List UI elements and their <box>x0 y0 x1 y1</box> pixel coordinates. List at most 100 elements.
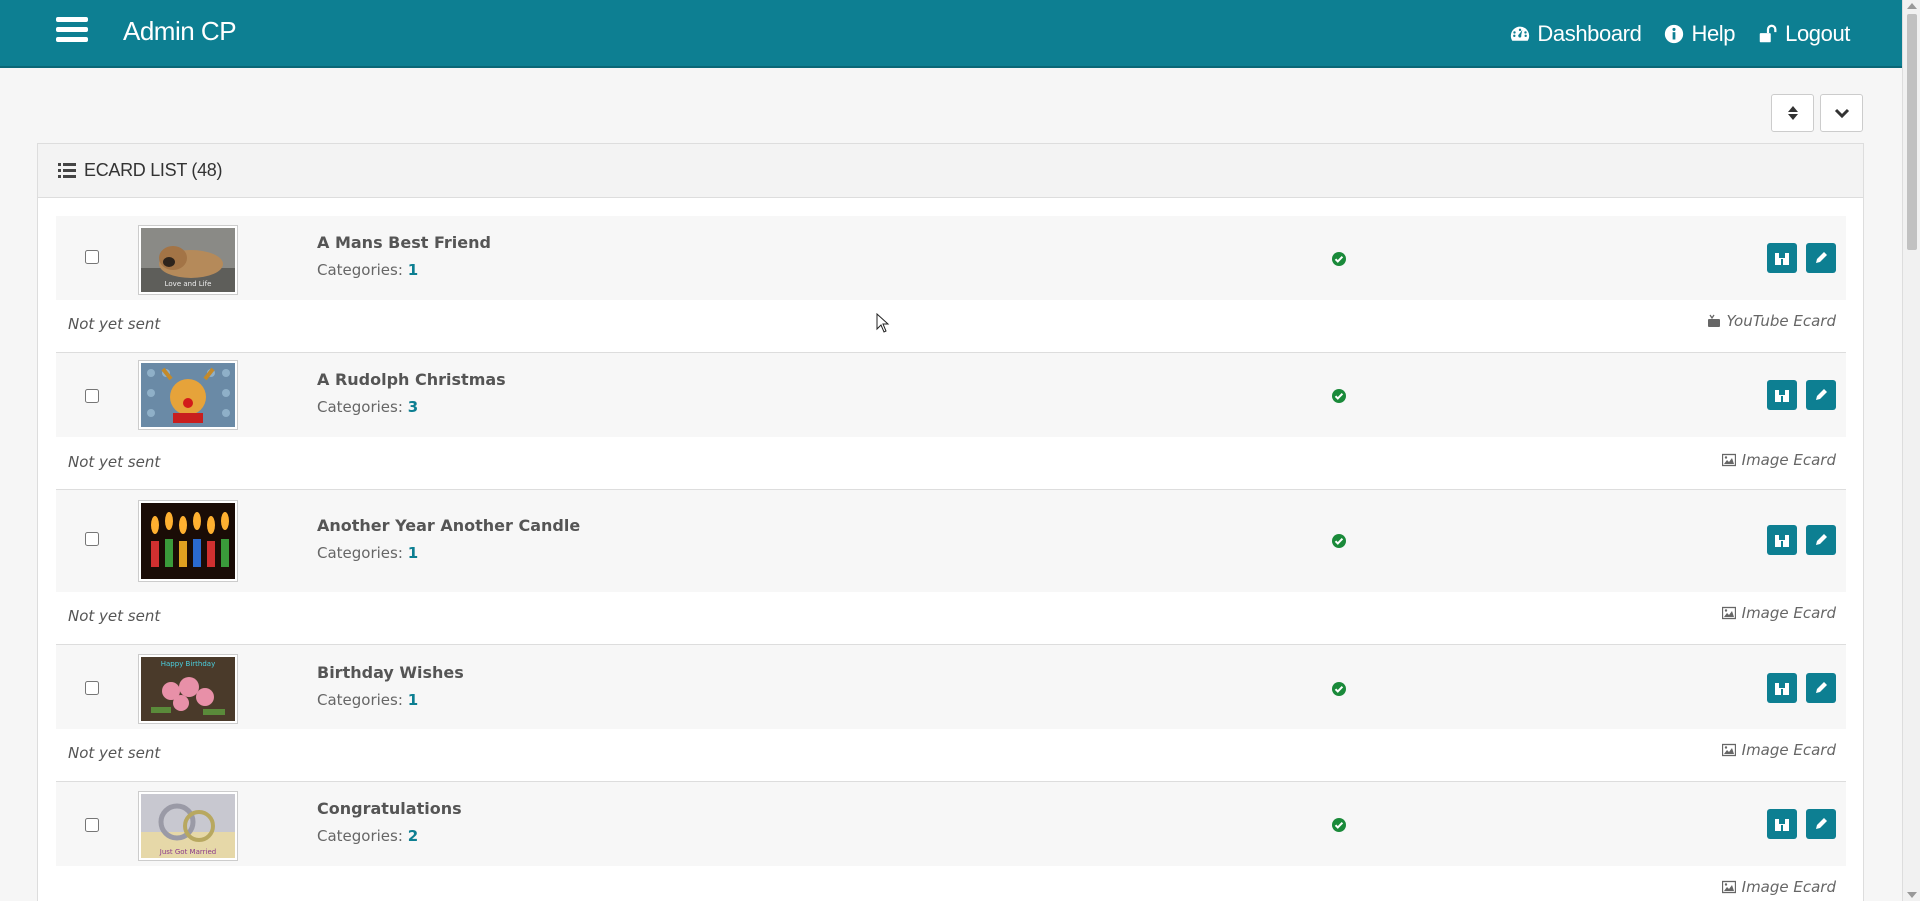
sent-status: Not yet sent <box>68 744 161 762</box>
ecard-type: Image Ecard <box>1721 604 1836 622</box>
categories-count[interactable]: 1 <box>408 691 418 709</box>
nav-help-label: Help <box>1691 21 1736 46</box>
row-checkbox[interactable] <box>85 250 99 264</box>
pencil-icon <box>1816 534 1827 545</box>
hamburger-menu-icon[interactable] <box>56 17 88 45</box>
categories-count[interactable]: 1 <box>408 261 418 279</box>
row-actions <box>1767 243 1836 273</box>
categories-label: Categories: <box>317 691 403 709</box>
categories-label: Categories: <box>317 398 403 416</box>
status-ok-icon[interactable] <box>1331 681 1347 697</box>
panel-title: ECARD LIST (48) <box>84 160 223 180</box>
reindeer-thumbnail-image <box>141 363 235 427</box>
status-ok-icon[interactable] <box>1331 388 1347 404</box>
row-checkbox[interactable] <box>85 818 99 832</box>
rings-thumbnail-image: Just Got Married <box>141 794 235 858</box>
top-nav: Dashboard Help Logout <box>1509 21 1850 47</box>
ecard-list: Love and Life A Mans Best Friend Categor… <box>56 216 1846 896</box>
thumbnail-caption: Love and Life <box>165 280 212 288</box>
preview-button[interactable] <box>1767 809 1797 839</box>
list-item: Another Year Another Candle Categories: … <box>56 490 1846 645</box>
ecard-title[interactable]: Another Year Another Candle <box>317 516 580 535</box>
status-ok-icon[interactable] <box>1331 817 1347 833</box>
scroll-up-arrow-icon[interactable] <box>1907 3 1917 9</box>
row-checkbox[interactable] <box>85 532 99 546</box>
top-navbar: Admin CP Dashboard Help Logout <box>0 0 1902 68</box>
ecard-thumbnail[interactable]: Love and Life <box>138 225 238 295</box>
row-actions <box>1767 809 1836 839</box>
list-item: Love and Life A Mans Best Friend Categor… <box>56 216 1846 353</box>
ecard-title[interactable]: A Rudolph Christmas <box>317 370 506 389</box>
ecard-thumbnail[interactable] <box>138 360 238 430</box>
row-checkbox[interactable] <box>85 681 99 695</box>
sort-button[interactable] <box>1771 94 1814 132</box>
ecard-type-label: YouTube Ecard <box>1726 312 1836 330</box>
ecard-thumbnail[interactable]: Just Got Married <box>138 791 238 861</box>
binoculars-icon <box>1775 253 1789 265</box>
nav-logout-label: Logout <box>1785 21 1850 46</box>
pencil-icon <box>1816 818 1827 829</box>
sent-status: Not yet sent <box>68 315 161 333</box>
youtube-icon <box>1707 314 1720 327</box>
binoculars-icon <box>1775 390 1789 402</box>
categories-label: Categories: <box>317 261 403 279</box>
categories-count[interactable]: 1 <box>408 544 418 562</box>
ecard-type: YouTube Ecard <box>1707 312 1836 330</box>
scroll-down-arrow-icon[interactable] <box>1907 892 1917 898</box>
panel-header: ECARD LIST (48) <box>38 144 1863 198</box>
edit-button[interactable] <box>1806 525 1836 555</box>
dashboard-icon <box>1511 26 1530 41</box>
edit-button[interactable] <box>1806 380 1836 410</box>
vertical-scrollbar[interactable] <box>1902 0 1920 901</box>
sent-status: Not yet sent <box>68 607 161 625</box>
image-icon <box>1721 743 1736 757</box>
categories-count[interactable]: 2 <box>408 827 418 845</box>
row-checkbox[interactable] <box>85 389 99 403</box>
ecard-title[interactable]: A Mans Best Friend <box>317 233 491 252</box>
nav-dashboard[interactable]: Dashboard <box>1509 21 1642 47</box>
sent-status: Not yet sent <box>68 453 161 471</box>
list-icon <box>58 163 76 178</box>
ecard-categories: Categories: 1 <box>317 544 418 562</box>
pencil-icon <box>1816 682 1827 693</box>
ecard-type-label: Image Ecard <box>1741 878 1836 896</box>
list-item: Just Got Married Congratulations Categor… <box>56 782 1846 896</box>
ecard-title[interactable]: Birthday Wishes <box>317 663 464 682</box>
nav-help[interactable]: Help <box>1663 21 1736 47</box>
flowers-thumbnail-image: Happy Birthday <box>141 657 235 721</box>
categories-label: Categories: <box>317 544 403 562</box>
binoculars-icon <box>1775 535 1789 547</box>
edit-button[interactable] <box>1806 809 1836 839</box>
edit-button[interactable] <box>1806 673 1836 703</box>
image-icon <box>1721 453 1736 467</box>
ecard-type: Image Ecard <box>1721 451 1836 469</box>
ecard-type-label: Image Ecard <box>1741 451 1836 469</box>
preview-button[interactable] <box>1767 525 1797 555</box>
candles-thumbnail-image <box>141 503 235 579</box>
collapse-button[interactable] <box>1820 94 1863 132</box>
preview-button[interactable] <box>1767 673 1797 703</box>
edit-button[interactable] <box>1806 243 1836 273</box>
unlock-icon <box>1759 24 1777 43</box>
preview-button[interactable] <box>1767 380 1797 410</box>
ecard-type-label: Image Ecard <box>1741 604 1836 622</box>
ecard-title[interactable]: Congratulations <box>317 799 462 818</box>
status-ok-icon[interactable] <box>1331 533 1347 549</box>
image-icon <box>1721 880 1736 894</box>
ecard-type: Image Ecard <box>1721 878 1836 896</box>
categories-count[interactable]: 3 <box>408 398 418 416</box>
list-item: Happy Birthday Birthday Wishes Categorie… <box>56 645 1846 782</box>
info-icon <box>1665 24 1684 44</box>
pencil-icon <box>1816 252 1827 263</box>
scroll-thumb[interactable] <box>1907 14 1917 250</box>
sort-icon <box>1787 106 1798 120</box>
ecard-thumbnail[interactable]: Happy Birthday <box>138 654 238 724</box>
ecard-list-panel: ECARD LIST (48) Love and Life A Mans Bes… <box>37 143 1864 901</box>
preview-button[interactable] <box>1767 243 1797 273</box>
status-ok-icon[interactable] <box>1331 251 1347 267</box>
nav-logout[interactable]: Logout <box>1757 21 1850 47</box>
ecard-thumbnail[interactable] <box>138 500 238 582</box>
dog-thumbnail-image: Love and Life <box>141 228 235 292</box>
brand-title[interactable]: Admin CP <box>123 16 237 47</box>
row-actions <box>1767 673 1836 703</box>
